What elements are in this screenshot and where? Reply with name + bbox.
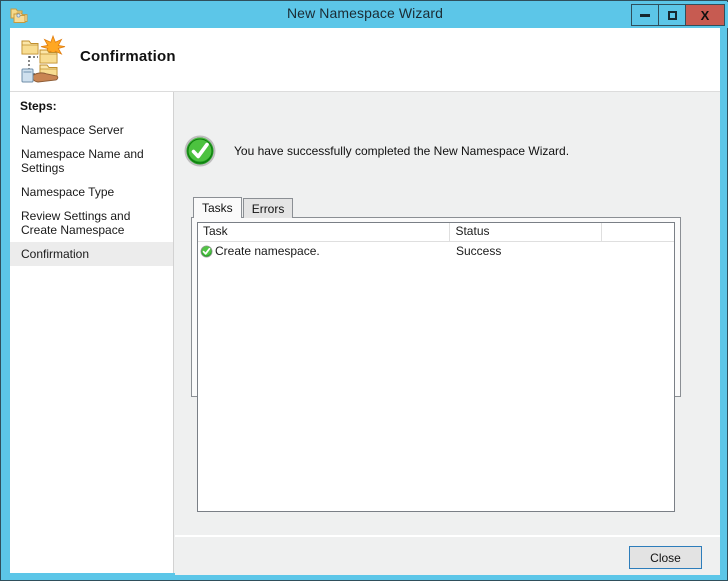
table-header-row: Task Status <box>198 223 674 242</box>
steps-list: Namespace Server Namespace Name and Sett… <box>10 118 173 266</box>
body-area: Steps: Namespace Server Namespace Name a… <box>10 92 720 573</box>
success-message: You have successfully completed the New … <box>234 144 569 158</box>
main-pane: You have successfully completed the New … <box>175 92 720 573</box>
table-row[interactable]: Create namespace. Success <box>198 242 674 260</box>
window-controls: X <box>632 4 725 26</box>
column-header-blank[interactable] <box>602 223 674 241</box>
footer-bar: Close <box>175 535 720 575</box>
close-window-button[interactable]: X <box>685 4 725 26</box>
minimize-button[interactable] <box>631 4 659 26</box>
client-area: Confirmation Steps: Namespace Server Nam… <box>10 28 720 573</box>
column-header-task[interactable]: Task <box>198 223 450 241</box>
wizard-banner: Confirmation <box>10 28 720 92</box>
tab-tasks[interactable]: Tasks <box>193 197 242 218</box>
tab-strip: Tasks Errors <box>193 197 293 218</box>
title-bar[interactable]: New Namespace Wizard X <box>2 2 728 28</box>
tab-errors[interactable]: Errors <box>243 198 294 218</box>
wizard-window: New Namespace Wizard X <box>0 0 728 581</box>
sidebar-item-namespace-name-and-settings[interactable]: Namespace Name and Settings <box>10 142 173 180</box>
minimize-icon <box>640 14 650 17</box>
success-banner: You have successfully completed the New … <box>183 134 569 168</box>
sidebar-item-namespace-server[interactable]: Namespace Server <box>10 118 173 142</box>
cell-task: Create namespace. <box>198 244 451 258</box>
maximize-button[interactable] <box>658 4 686 26</box>
sidebar-item-confirmation[interactable]: Confirmation <box>10 242 173 266</box>
steps-heading: Steps: <box>20 99 57 113</box>
success-check-icon <box>183 134 217 168</box>
success-check-icon <box>200 245 213 258</box>
cell-status: Success <box>451 244 603 258</box>
window-title: New Namespace Wizard <box>2 5 728 21</box>
page-title: Confirmation <box>80 48 176 65</box>
column-header-status[interactable]: Status <box>450 223 602 241</box>
tasks-table: Task Status <box>197 222 675 512</box>
steps-sidebar: Steps: Namespace Server Namespace Name a… <box>10 92 174 573</box>
task-label: Create namespace. <box>215 244 320 258</box>
sidebar-item-review-settings-and-create-namespace[interactable]: Review Settings and Create Namespace <box>10 204 173 242</box>
close-button[interactable]: Close <box>629 546 702 569</box>
maximize-icon <box>668 11 677 20</box>
sidebar-item-namespace-type[interactable]: Namespace Type <box>10 180 173 204</box>
namespace-tree-wizard-icon <box>16 32 70 84</box>
